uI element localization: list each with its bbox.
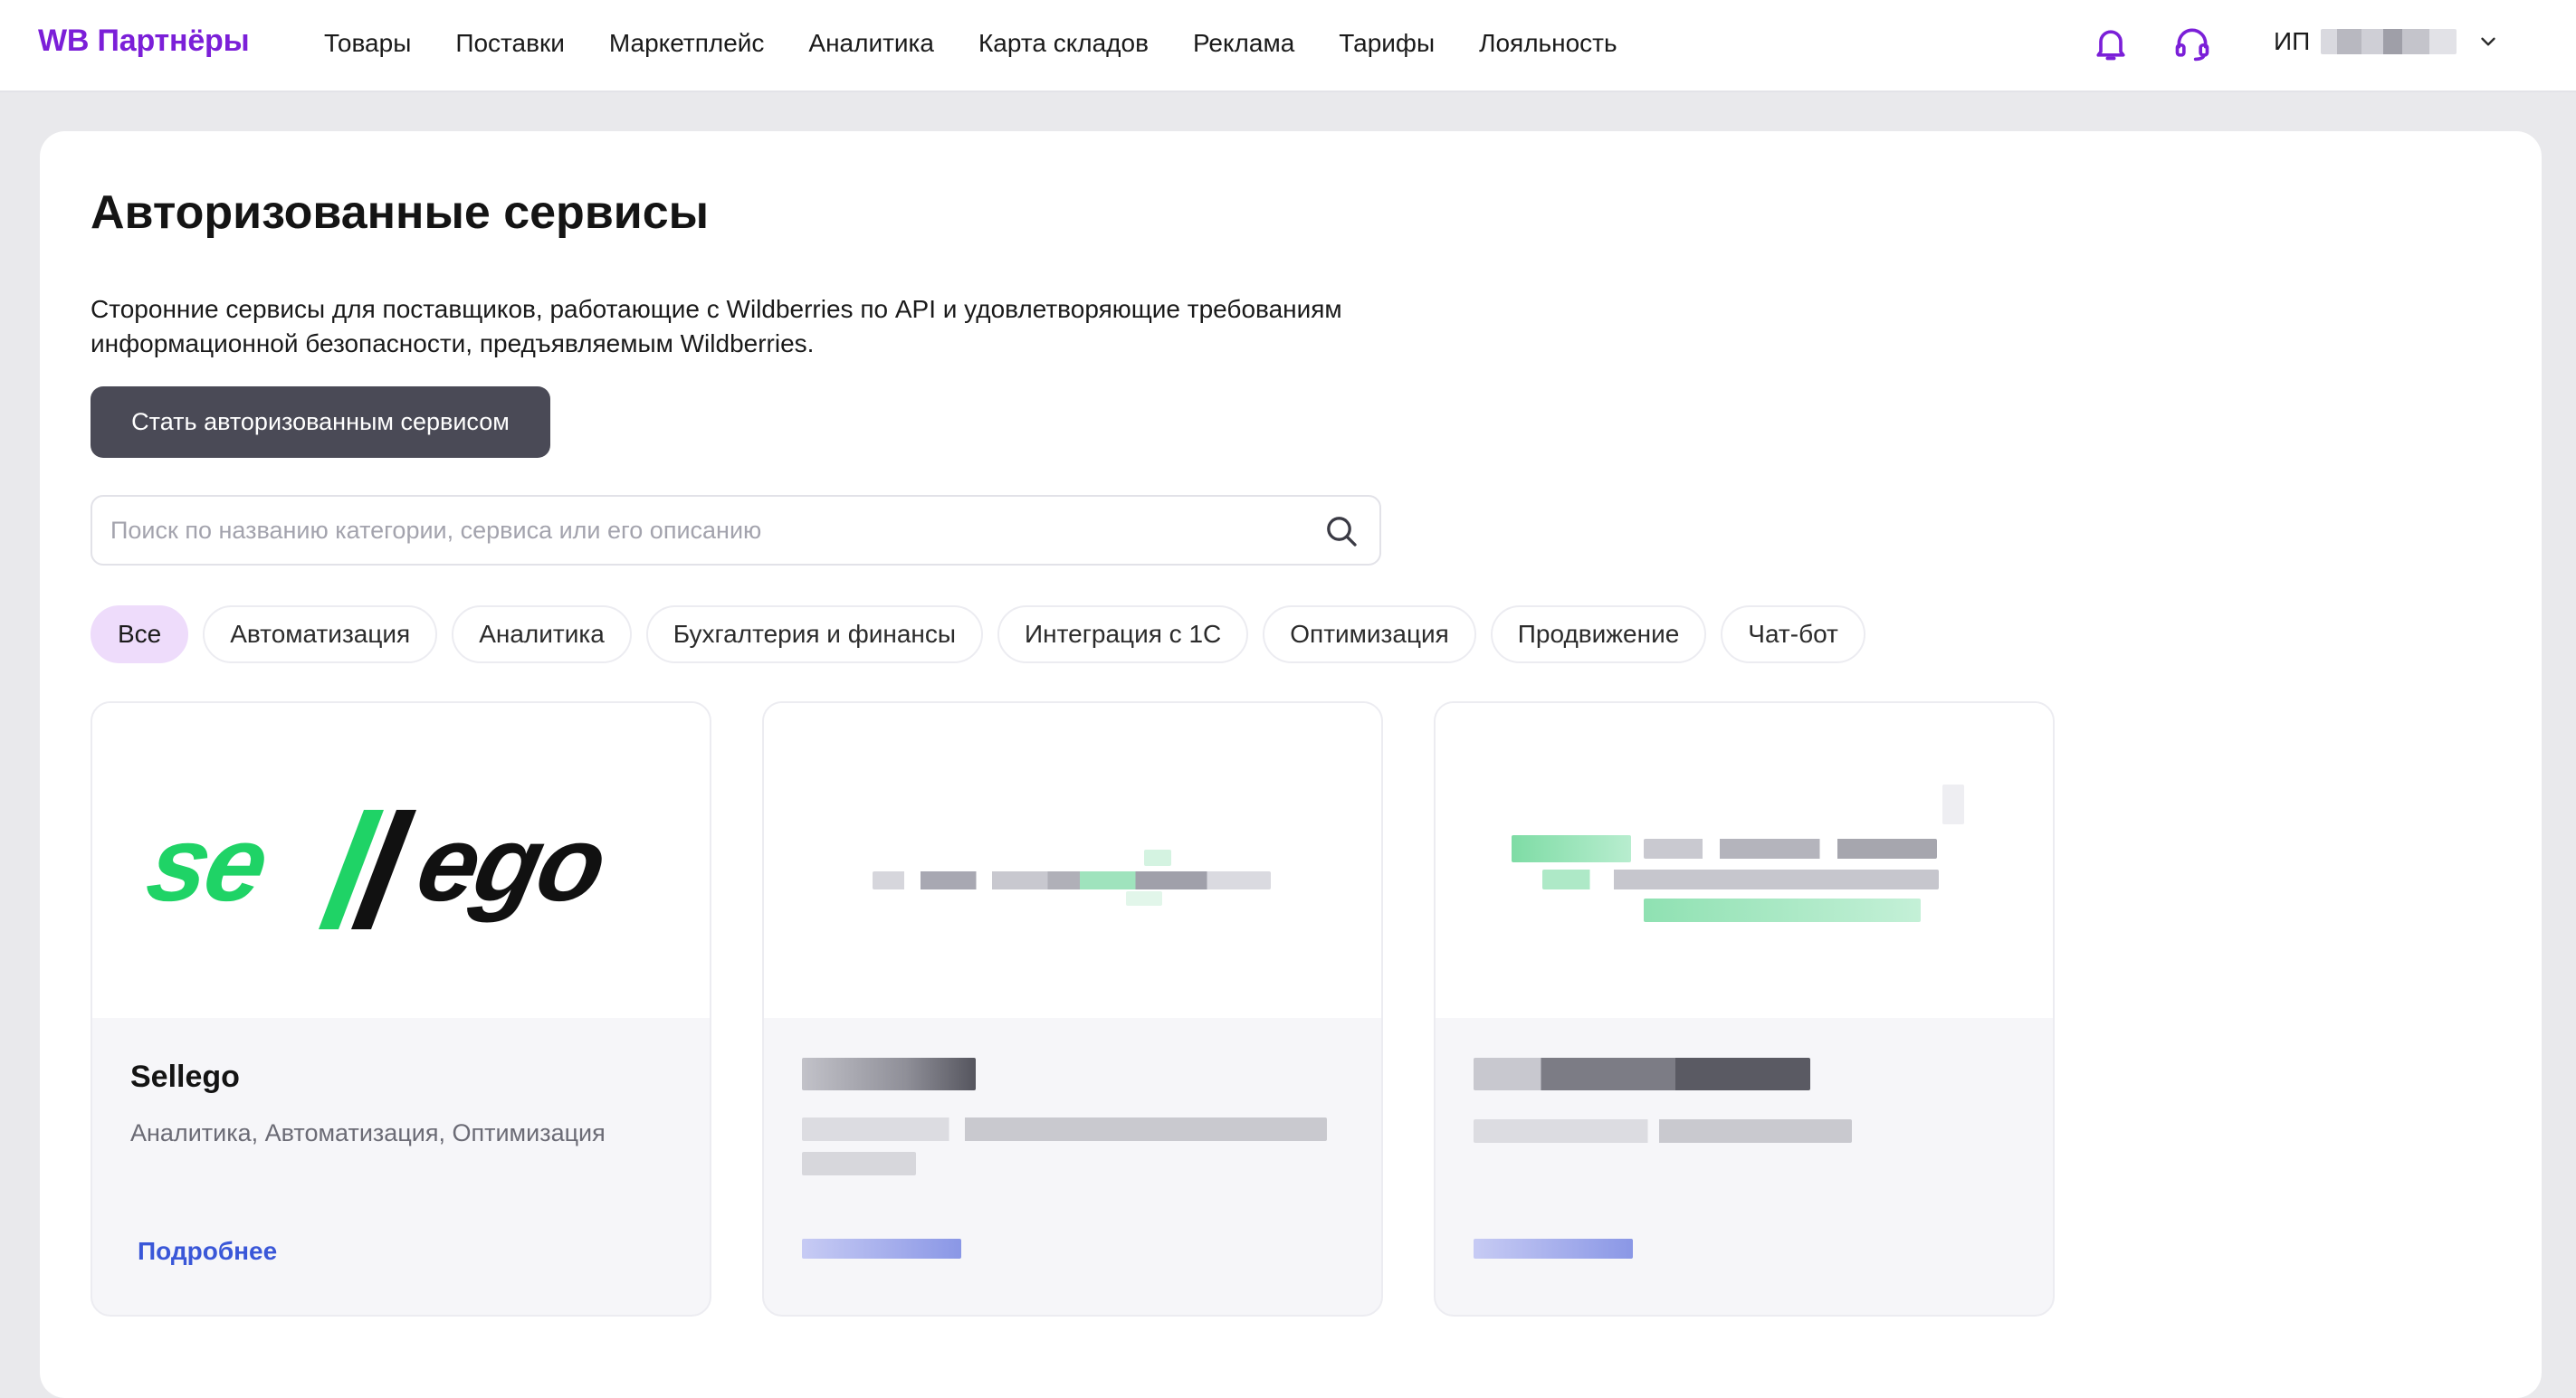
category-chip-accounting[interactable]: Бухгалтерия и финансы bbox=[645, 605, 984, 663]
search-box bbox=[91, 495, 1381, 566]
nav-item-advertising[interactable]: Реклама bbox=[1193, 29, 1294, 58]
category-chip-automation[interactable]: Автоматизация bbox=[203, 605, 438, 663]
user-menu[interactable]: ИП bbox=[2274, 27, 2500, 56]
sellego-logo: se ego bbox=[138, 804, 615, 929]
nav-item-products[interactable]: Товары bbox=[324, 29, 411, 58]
nav-item-tariffs[interactable]: Тарифы bbox=[1339, 29, 1435, 58]
service-name: Sellego bbox=[130, 1060, 240, 1094]
service-categories: Аналитика, Автоматизация, Оптимизация bbox=[130, 1119, 606, 1146]
headset-icon[interactable] bbox=[2172, 24, 2212, 63]
svg-text:se: se bbox=[138, 804, 277, 924]
nav-item-marketplace[interactable]: Маркетплейс bbox=[609, 29, 765, 58]
nav-item-warehouse-map[interactable]: Карта складов bbox=[978, 29, 1149, 58]
svg-text:ego: ego bbox=[407, 804, 615, 924]
category-filter: Все Автоматизация Аналитика Бухгалтерия … bbox=[91, 605, 1880, 663]
nav-item-supplies[interactable]: Поставки bbox=[455, 29, 565, 58]
search-icon[interactable] bbox=[1323, 513, 1360, 549]
category-chip-1c-integration[interactable]: Интеграция с 1С bbox=[997, 605, 1249, 663]
bell-icon[interactable] bbox=[2091, 24, 2131, 63]
main-content-card: Авторизованные сервисы Сторонние сервисы… bbox=[40, 131, 2542, 1398]
main-nav: Товары Поставки Маркетплейс Аналитика Ка… bbox=[324, 0, 1662, 87]
service-card-redacted-2[interactable] bbox=[1434, 701, 2055, 1317]
category-chip-chatbot[interactable]: Чат-бот bbox=[1721, 605, 1865, 663]
service-logo-redacted bbox=[764, 703, 1381, 1018]
page-title: Авторизованные сервисы bbox=[91, 186, 710, 239]
service-logo-area: se ego bbox=[92, 703, 710, 1018]
become-authorized-service-button[interactable]: Стать авторизованным сервисом bbox=[91, 386, 550, 458]
wb-partners-logo[interactable]: WB Партнёры bbox=[38, 24, 250, 59]
category-chip-all[interactable]: Все bbox=[91, 605, 189, 663]
nav-item-analytics[interactable]: Аналитика bbox=[808, 29, 934, 58]
nav-item-loyalty[interactable]: Лояльность bbox=[1479, 29, 1617, 58]
search-input[interactable] bbox=[110, 497, 1305, 564]
user-name-redacted bbox=[2321, 29, 2457, 54]
category-chip-promotion[interactable]: Продвижение bbox=[1490, 605, 1707, 663]
service-logo-redacted bbox=[1436, 703, 2053, 1018]
chevron-down-icon[interactable] bbox=[2476, 30, 2500, 53]
page-description: Сторонние сервисы для поставщиков, работ… bbox=[91, 295, 1342, 357]
user-prefix: ИП bbox=[2274, 27, 2311, 55]
category-chip-analytics[interactable]: Аналитика bbox=[452, 605, 632, 663]
service-card-redacted-1[interactable] bbox=[762, 701, 1383, 1317]
service-more-link[interactable]: Подробнее bbox=[138, 1237, 277, 1266]
category-chip-optimization[interactable]: Оптимизация bbox=[1263, 605, 1476, 663]
top-header: WB Партнёры Товары Поставки Маркетплейс … bbox=[0, 0, 2576, 92]
service-card-sellego[interactable]: se ego Sellego Аналитика, Автоматизация,… bbox=[91, 701, 711, 1317]
